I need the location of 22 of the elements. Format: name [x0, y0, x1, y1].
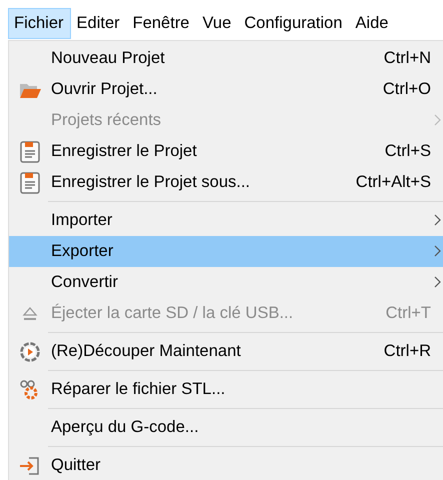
menu-item[interactable]: Exporter: [9, 236, 443, 267]
exit-icon: [19, 456, 41, 476]
document-icon: [20, 172, 40, 194]
menu-bar-item[interactable]: Aide: [349, 8, 396, 39]
menu-item[interactable]: Quitter: [9, 450, 443, 480]
menu-item[interactable]: Enregistrer le Projet sous... Ctrl+Alt+S: [9, 167, 443, 198]
menu-item[interactable]: Réparer le fichier STL...: [9, 374, 443, 405]
eject-icon: [22, 306, 38, 322]
menu-item[interactable]: Enregistrer le Projet Ctrl+S: [9, 136, 443, 167]
menu-bar-item[interactable]: Fenêtre: [126, 8, 196, 39]
menu-bar-item[interactable]: Editer: [70, 8, 127, 39]
play-gear-icon: [19, 340, 41, 362]
menu-item[interactable]: Ouvrir Projet... Ctrl+O: [9, 74, 443, 105]
document-icon: [20, 140, 40, 162]
menu-bar-item[interactable]: Fichier: [8, 8, 71, 39]
menu-bar-item[interactable]: Configuration: [238, 8, 350, 39]
menu-item[interactable]: Aperçu du G-code...: [9, 412, 443, 443]
menu-item[interactable]: Convertir: [9, 267, 443, 298]
menu-item[interactable]: (Re)Découper Maintenant Ctrl+R: [9, 336, 443, 367]
menu-item[interactable]: Importer: [9, 205, 443, 236]
menu-item[interactable]: Nouveau Projet Ctrl+N: [9, 43, 443, 74]
menu-bar-item[interactable]: Vue: [196, 8, 238, 39]
